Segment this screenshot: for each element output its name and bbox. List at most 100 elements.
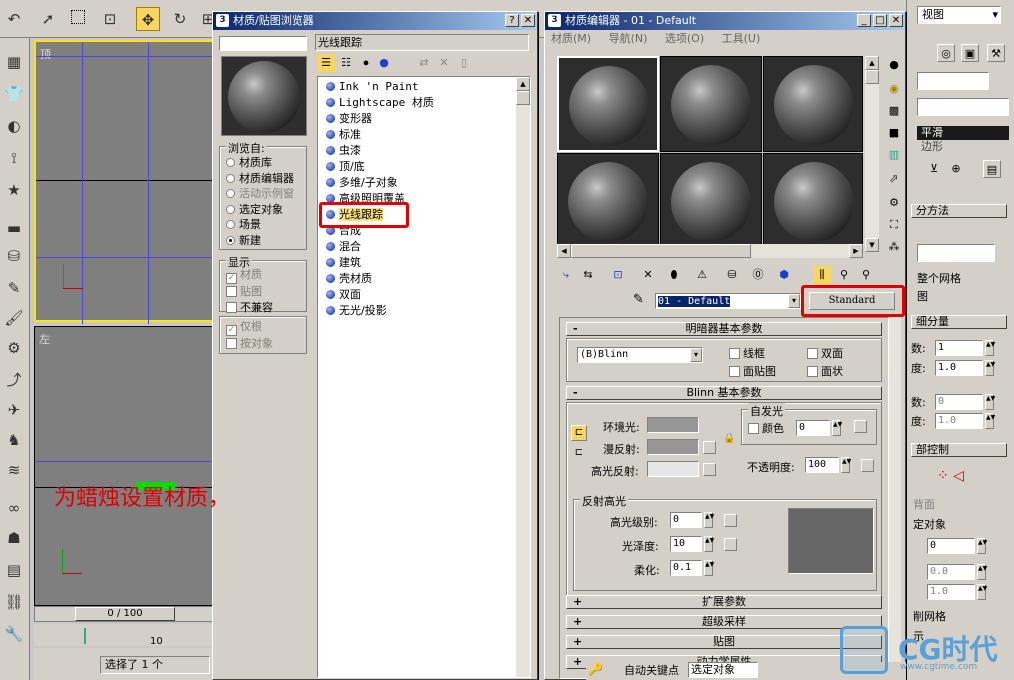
menu-material[interactable]: 材质(M) <box>551 32 591 45</box>
make-copy-icon[interactable]: ⬮ <box>665 266 683 284</box>
options-icon[interactable]: ⚙ <box>885 194 903 212</box>
get-material-icon[interactable]: ⤷ <box>557 266 575 284</box>
close-button[interactable]: ✕ <box>889 14 903 27</box>
radio-scene[interactable]: 场景 <box>226 217 294 233</box>
rollout-supersampling[interactable]: + 超级采样 <box>566 615 882 629</box>
sample-slot[interactable] <box>557 153 659 252</box>
shirt-icon[interactable]: 👕 <box>2 82 26 106</box>
sample-slot[interactable] <box>763 153 863 252</box>
render-iterations-spinner[interactable]: 0 ▲▼ <box>935 394 995 410</box>
spec-level-map-button[interactable] <box>724 514 737 527</box>
diffuse-map-button[interactable] <box>703 441 716 454</box>
rollout-extended[interactable]: + 扩展参数 <box>566 595 882 609</box>
minimize-button[interactable]: _ <box>857 14 871 27</box>
check-materials[interactable]: ✓ 材质 <box>226 267 273 284</box>
set-key-dropdown[interactable]: 选定对象 <box>688 662 758 678</box>
pin-icon[interactable]: ⊻ <box>925 160 943 178</box>
check-root-only[interactable]: ✓ 仅根 <box>226 319 273 336</box>
radio-material-editor[interactable]: 材质编辑器 <box>226 171 294 187</box>
gloss-spinner[interactable]: 10 ▲▼ <box>670 536 714 552</box>
section-local-control[interactable]: 部控制 <box>911 443 1007 457</box>
track-bar[interactable]: 10 <box>34 624 214 647</box>
backlight-icon[interactable]: ◉ <box>885 80 903 98</box>
list-scrollbar[interactable]: ▲ <box>516 77 530 677</box>
ambient-color-swatch[interactable] <box>647 417 699 433</box>
check-self-illum-color[interactable]: 颜色 <box>748 420 784 436</box>
list-item[interactable]: 无光/投影 <box>326 303 434 319</box>
view-large-icons-icon[interactable]: ● <box>375 54 393 72</box>
gloss-map-button[interactable] <box>724 538 737 551</box>
menu-utilities[interactable]: 工具(U) <box>722 32 761 45</box>
background-icon[interactable]: ▩ <box>885 102 903 120</box>
method-dropdown[interactable] <box>917 244 995 262</box>
list-item[interactable]: Ink 'n Paint <box>326 79 434 95</box>
move-icon[interactable]: ✥ <box>136 7 160 31</box>
sample-slot[interactable] <box>660 153 762 252</box>
check-faceted[interactable]: 面状 <box>807 363 843 379</box>
vertex-icon[interactable]: ⁘ ◁ <box>937 468 964 484</box>
check-2sided[interactable]: 双面 <box>807 345 843 361</box>
check-wire[interactable]: 线框 <box>729 345 765 361</box>
lock-icon[interactable]: 🔒 <box>723 433 735 444</box>
uv-tiling-icon[interactable]: ■ <box>885 124 903 142</box>
rollout-maps[interactable]: + 贴图 <box>566 635 882 649</box>
time-slider[interactable]: 0 / 100 <box>34 606 214 622</box>
configure-icon[interactable]: ▤ <box>983 160 1001 178</box>
list-item[interactable]: 标准 <box>326 127 434 143</box>
rotate-icon[interactable]: ↻ <box>168 7 192 31</box>
menu-navigation[interactable]: 导航(N) <box>609 32 648 45</box>
check-incompatible[interactable]: 不兼容 <box>226 300 273 316</box>
viewport-left[interactable]: 左 <box>34 326 215 606</box>
list-item[interactable]: 虫漆 <box>326 143 434 159</box>
section-subdiv-method[interactable]: 分方法 <box>911 204 1007 218</box>
key-icon[interactable]: 🔑 <box>588 662 603 676</box>
window-crossing-icon[interactable]: ⊡ <box>98 7 122 31</box>
time-slider-thumb[interactable]: 0 / 100 <box>75 607 175 621</box>
maximize-button[interactable]: □ <box>873 14 887 27</box>
material-name-field[interactable]: 01 - Default ▾ <box>655 293 801 309</box>
radio-selected-objects[interactable]: 选定对象 <box>226 202 294 218</box>
stack-item-smooth[interactable]: 平滑 <box>917 126 1009 140</box>
sample-slot[interactable] <box>660 56 762 152</box>
create-box-icon[interactable]: ▦ <box>2 50 26 74</box>
diffuse-color-swatch[interactable] <box>647 439 699 455</box>
radio-active-slot[interactable]: 活动示例窗 <box>226 186 294 202</box>
scroll-up-button[interactable]: ▲ <box>516 77 530 91</box>
stack-item-poly[interactable]: 边形 <box>917 140 1009 154</box>
opacity-spinner[interactable]: 100 ▲▼ <box>805 457 851 473</box>
list-item[interactable]: Lightscape 材质 <box>326 95 434 111</box>
helicopter-icon[interactable]: ✈ <box>2 398 26 422</box>
go-to-parent-icon[interactable]: ⚲ <box>835 266 853 284</box>
slots-hscrollbar[interactable]: ◀ ▶ <box>557 244 863 258</box>
pencil-icon[interactable]: ✎ <box>2 276 26 300</box>
browser-search-input[interactable] <box>219 36 307 51</box>
help-button[interactable]: ? <box>505 14 519 27</box>
menu-options[interactable]: 选项(O) <box>665 32 704 45</box>
nav-icon[interactable]: ⁂ <box>885 238 903 256</box>
list-item[interactable]: 混合 <box>326 239 434 255</box>
local-spinner-b[interactable]: 0.0 ▲▼ <box>927 564 987 580</box>
check-maps[interactable]: 贴图 <box>226 284 273 300</box>
wave-icon[interactable]: ≋ <box>2 458 26 482</box>
update-scene-icon[interactable]: ⇄ <box>415 54 433 72</box>
self-illum-map-button[interactable] <box>854 420 867 433</box>
cylinder-icon[interactable]: ⛁ <box>2 244 26 268</box>
material-id-icon[interactable]: ⓪ <box>749 266 767 284</box>
iterations-spinner[interactable]: 1 ▲▼ <box>935 340 995 356</box>
shader-dropdown[interactable]: (B)Blinn ▾ <box>577 347 703 363</box>
section-subdiv-amount[interactable]: 细分量 <box>911 315 1007 329</box>
put-to-library-icon[interactable]: ⛁ <box>723 266 741 284</box>
list-item[interactable]: 建筑 <box>326 255 434 271</box>
list-item[interactable]: 多维/子对象 <box>326 175 434 191</box>
select-by-material-icon[interactable]: ⛶ <box>885 216 903 234</box>
star-icon[interactable]: ★ <box>2 178 26 202</box>
view-dropdown[interactable]: 视图 ▾ <box>917 6 1001 24</box>
list-item[interactable]: 顶/底 <box>326 159 434 175</box>
radio-new[interactable]: 新建 <box>226 233 294 249</box>
sample-slot[interactable] <box>763 56 863 152</box>
undo-icon[interactable]: ↶ <box>2 7 26 31</box>
local-spinner-a[interactable]: 0 ▲▼ <box>927 538 987 554</box>
lock-ambient-diffuse-icon[interactable]: ⊏ <box>571 425 587 441</box>
lathe-icon[interactable]: ⟟ <box>2 146 26 170</box>
check-face-map[interactable]: 面贴图 <box>729 363 776 379</box>
